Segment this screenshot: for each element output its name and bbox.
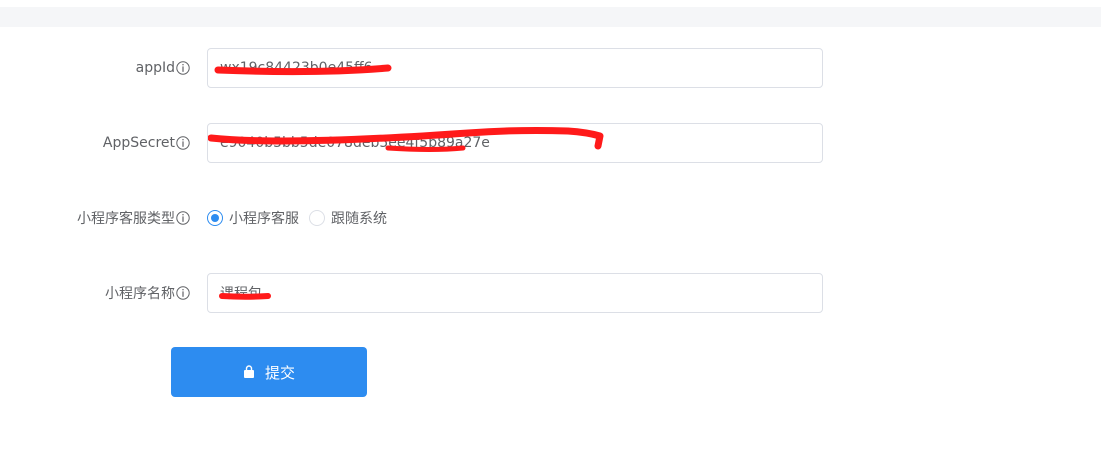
mini-name-value: 课程包 xyxy=(220,286,262,302)
radio-label: 跟随系统 xyxy=(331,211,387,227)
info-icon[interactable] xyxy=(176,61,190,75)
radio-label: 小程序客服 xyxy=(229,211,299,227)
form-row-service-type: 小程序客服类型 小程序客服 跟随系统 xyxy=(0,198,1101,238)
mini-name-label: 小程序名称 xyxy=(105,286,175,302)
mini-name-label-wrap: 小程序名称 xyxy=(105,273,190,313)
info-icon[interactable] xyxy=(176,136,190,150)
redaction-mark xyxy=(219,293,271,300)
form-row-mini-name: 小程序名称 课程包 xyxy=(0,273,1101,313)
appsecret-input[interactable]: e9040b5bb5de078deb5ee4f5b89a27e xyxy=(207,123,823,163)
appsecret-value: e9040b5bb5de078deb5ee4f5b89a27e xyxy=(220,135,490,151)
submit-label: 提交 xyxy=(264,363,295,382)
radio-button-checked[interactable] xyxy=(207,210,223,226)
top-strip xyxy=(0,0,1101,27)
form-row-appsecret: AppSecret e9040b5bb5de078deb5ee4f5b89a27… xyxy=(0,123,1101,163)
appid-label-wrap: appId xyxy=(136,48,190,88)
info-icon[interactable] xyxy=(176,286,190,300)
lock-icon xyxy=(243,365,254,378)
service-type-radio-group: 小程序客服 跟随系统 xyxy=(207,198,397,238)
appid-label: appId xyxy=(135,60,175,76)
mini-name-input[interactable]: 课程包 xyxy=(207,273,823,313)
radio-follow-system[interactable]: 跟随系统 xyxy=(309,208,387,228)
info-icon[interactable] xyxy=(176,211,190,225)
appsecret-label-wrap: AppSecret xyxy=(103,123,190,163)
appsecret-label: AppSecret xyxy=(102,135,175,151)
form-row-appid: appId wx19c84423b0e45ff6 xyxy=(0,48,1101,88)
appid-value: wx19c84423b0e45ff6 xyxy=(220,60,373,76)
radio-button[interactable] xyxy=(309,210,325,226)
appid-input[interactable]: wx19c84423b0e45ff6 xyxy=(207,48,823,88)
radio-mini-program-service[interactable]: 小程序客服 xyxy=(207,208,299,228)
submit-button[interactable]: 提交 xyxy=(171,347,367,397)
service-type-label-wrap: 小程序客服类型 xyxy=(77,198,190,238)
service-type-label: 小程序客服类型 xyxy=(77,211,175,227)
